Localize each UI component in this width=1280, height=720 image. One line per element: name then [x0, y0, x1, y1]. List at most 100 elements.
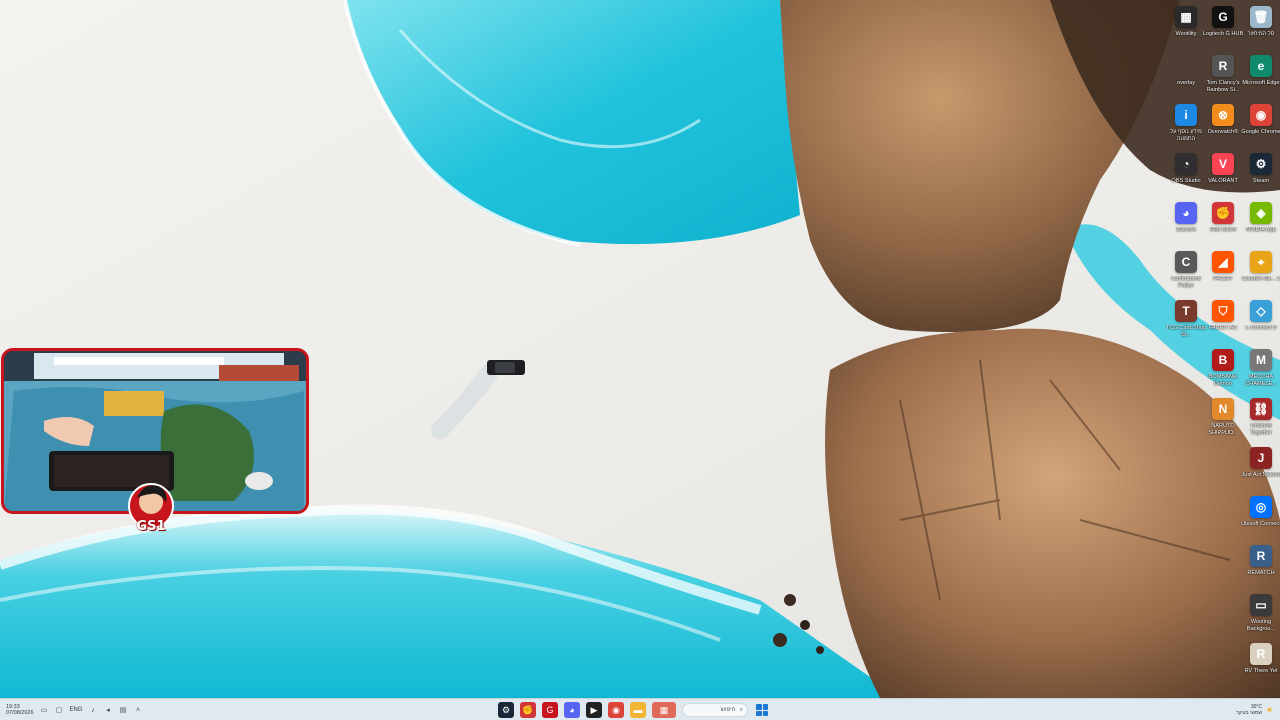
microphone-icon[interactable]: ♪	[89, 706, 98, 715]
desktop-shortcut[interactable]: R Tom Clancy's Rainbow Si...	[1203, 55, 1243, 94]
desktop-shortcut[interactable]: i מידע נוסף על התמונה	[1166, 104, 1206, 143]
network-icon[interactable]: ▤	[119, 706, 128, 715]
desktop-shortcut-label: REMATCH	[1247, 570, 1275, 576]
desktop-shortcut[interactable]: ◇ L-Connect 3	[1241, 300, 1280, 332]
taskbar-pinned-apps: ⚙ ✊ G ◕ ▶ ◉ ▬ ▦ חיפוש ⌕	[498, 701, 770, 719]
desktop-shortcut[interactable]: C Contraband Police	[1166, 251, 1206, 290]
rematch-icon: R	[1250, 545, 1272, 567]
desktop-shortcut[interactable]: e Microsoft Edge	[1241, 55, 1280, 87]
desktop-shortcut[interactable]: ◢ FACEIT	[1203, 251, 1243, 283]
desktop-shortcut-label: Wooting Backgrou...	[1246, 619, 1276, 632]
terminal-taskbar-icon[interactable]: ▶	[586, 702, 602, 718]
input-language[interactable]: ENG	[70, 707, 83, 713]
overlay-icon	[1175, 55, 1197, 77]
steam-taskbar-icon[interactable]: ⚙	[498, 702, 514, 718]
counter-strike-icon: ⌖	[1250, 251, 1272, 273]
desktop-shortcut[interactable]: ◔ OBS Studio	[1166, 153, 1206, 185]
desktop-shortcut[interactable]: ⛓ Chained Together	[1241, 398, 1280, 437]
desktop-shortcut[interactable]: R RV There Yet	[1241, 643, 1280, 675]
file-explorer-taskbar-icon[interactable]: ▬	[630, 702, 646, 718]
search-placeholder: חיפוש	[720, 707, 736, 713]
wootility-icon: ▦	[1175, 6, 1197, 28]
desktop-shortcut[interactable]: ▭ Wooting Backgrou...	[1241, 594, 1280, 633]
chevron-up-icon[interactable]: ˄	[134, 706, 143, 715]
rainbow-six-icon: R	[1212, 55, 1234, 77]
weather-description: שמשי בעיקר	[1235, 710, 1262, 716]
game-bar-taskbar-icon[interactable]: ▦	[652, 702, 676, 718]
wooting-background-icon: ▭	[1250, 594, 1272, 616]
nvidia-icon: ◈	[1250, 202, 1272, 224]
desktop-shortcut-label: Steam	[1252, 178, 1270, 184]
desktop-shortcut[interactable]: 🗑 סל המיחזור	[1241, 6, 1280, 38]
desktop-shortcut-label: L-Connect 3	[1245, 325, 1277, 331]
desktop-shortcut-label: Counter-Str... 2	[1242, 276, 1280, 282]
taskbar-right-tray: 30°C שמשי בעיקר ☀	[1236, 699, 1274, 720]
start-button[interactable]	[754, 702, 770, 718]
desktop-shortcut[interactable]: ◉ Google Chrome	[1241, 104, 1280, 136]
valorant-icon: V	[1212, 153, 1234, 175]
desktop-shortcut-label: Just Act Natural	[1241, 472, 1280, 478]
desktop-shortcut-label: Ubisoft Connect	[1241, 521, 1280, 527]
taskbar-left-tray: 19:33 07/08/2026 ▭ ▢ ENG ♪ ◂ ▤ ˄	[6, 699, 143, 720]
desktop-shortcut[interactable]: overlay	[1166, 55, 1206, 87]
naruto-icon: N	[1212, 398, 1234, 420]
desktop-shortcut[interactable]: V VALORANT	[1203, 153, 1243, 185]
desktop-shortcut[interactable]: ⛉ FACEIT AC	[1203, 300, 1243, 332]
faceit-ac-icon: ⛉	[1212, 300, 1234, 322]
desktop-shortcut-label: סל המיחזור	[1247, 31, 1275, 37]
discord-icon: ◕	[1175, 202, 1197, 224]
logitech-taskbar-icon[interactable]: G	[542, 702, 558, 718]
weather-widget[interactable]: 30°C שמשי בעיקר	[1236, 704, 1262, 716]
discord-taskbar-icon[interactable]: ◕	[564, 702, 580, 718]
tcg-card-shop-icon: T	[1175, 300, 1197, 322]
search-icon: ⌕	[739, 706, 743, 713]
obs-icon: ◔	[1175, 153, 1197, 175]
streamer-logo-text: GS1	[136, 519, 166, 534]
bombanie-icon: B	[1212, 349, 1234, 371]
recycle-bin-icon: 🗑	[1250, 6, 1272, 28]
chained-together-icon: ⛓	[1250, 398, 1272, 420]
taskbar: 19:33 07/08/2026 ▭ ▢ ENG ♪ ◂ ▤ ˄ ⚙ ✊ G ◕ ▶ ◉ ▬…	[0, 698, 1280, 720]
desktop-shortcut[interactable]: G Logitech G HUB	[1203, 6, 1243, 38]
desktop-shortcut[interactable]: B BOMBANie Demon	[1203, 349, 1243, 388]
desktop-shortcut-label: RV There Yet	[1244, 668, 1278, 674]
desktop-shortcut[interactable]: ⊗ Overwatch®	[1203, 104, 1243, 136]
clock[interactable]: 19:33 07/08/2026	[6, 704, 34, 717]
desktop-shortcut[interactable]: M MECCHA CHAMELE...	[1241, 349, 1280, 388]
meccha-chameleon-icon: M	[1250, 349, 1272, 371]
overwatch-icon: ⊗	[1212, 104, 1234, 126]
chrome-icon: ◉	[1250, 104, 1272, 126]
desktop-shortcut[interactable]: ⌖ Counter-Str... 2	[1241, 251, 1280, 283]
desktop-shortcut[interactable]: T TCG Card Shop Si...	[1166, 300, 1206, 339]
clock-date: 07/08/2026	[6, 710, 34, 716]
desktop-shortcut[interactable]: ◈ NVIDIA App	[1241, 202, 1280, 234]
just-act-natural-icon: J	[1250, 447, 1272, 469]
notification-icon[interactable]: ▭	[40, 706, 49, 715]
desktop-shortcut[interactable]: ▦ Wootility	[1166, 6, 1206, 38]
desktop-shortcut-label: Chained Together	[1250, 423, 1272, 436]
desktop-shortcut-label: NVIDIA App	[1246, 227, 1276, 233]
volume-icon[interactable]: ◂	[104, 706, 113, 715]
riot-taskbar-icon[interactable]: ✊	[520, 702, 536, 718]
desktop-shortcut[interactable]: J Just Act Natural	[1241, 447, 1280, 479]
desktop-shortcut[interactable]: ◎ Ubisoft Connect	[1241, 496, 1280, 528]
faceit-icon: ◢	[1212, 251, 1234, 273]
desktop-shortcut[interactable]: N NARUTO SHIPPUD...	[1203, 398, 1243, 437]
ubisoft-connect-icon: ◎	[1250, 496, 1272, 518]
sun-icon: ☀	[1265, 704, 1274, 715]
desktop-shortcut[interactable]: ◕ Discord	[1166, 202, 1206, 234]
desktop-shortcut[interactable]: R REMATCH	[1241, 545, 1280, 577]
info-picture-icon: i	[1175, 104, 1197, 126]
desktop-shortcut[interactable]: ⚙ Steam	[1241, 153, 1280, 185]
l-connect-icon: ◇	[1250, 300, 1272, 322]
taskbar-search-box[interactable]: חיפוש ⌕	[682, 703, 748, 717]
logitech-g-icon: G	[1212, 6, 1234, 28]
desktop-shortcut[interactable]: ✊ Riot Client	[1203, 202, 1243, 234]
edge-icon: e	[1250, 55, 1272, 77]
desktop-shortcut-label: MECCHA CHAMELE...	[1245, 374, 1277, 387]
streamer-logo: GS1	[124, 480, 178, 538]
chrome-taskbar-icon[interactable]: ◉	[608, 702, 624, 718]
display-icon[interactable]: ▢	[55, 706, 64, 715]
desktop-shortcut-label: Microsoft Edge	[1242, 80, 1280, 86]
desktop-shortcut-label: Google Chrome	[1241, 129, 1280, 135]
